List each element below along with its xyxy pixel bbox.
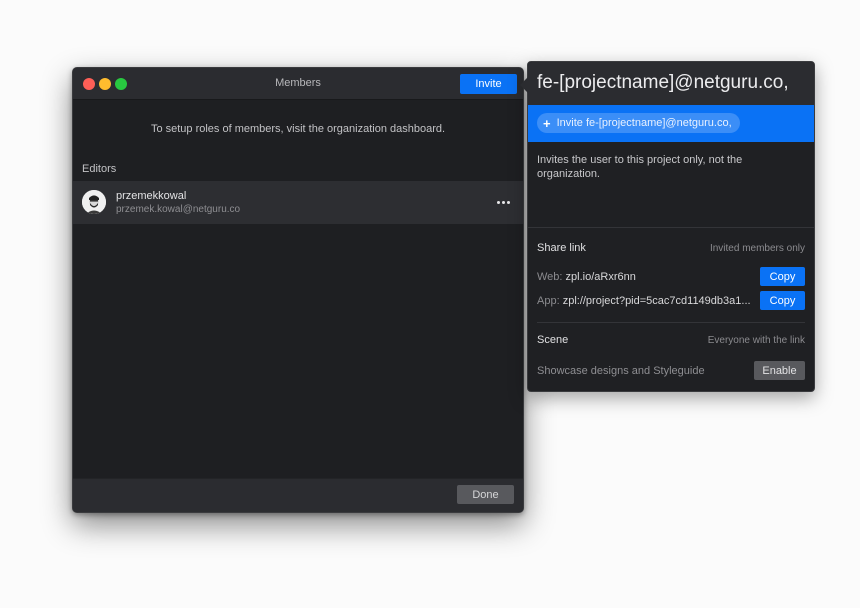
invite-suggestion-chip[interactable]: + Invite fe-[projectname]@netguru.co, — [537, 113, 740, 133]
app-link-key: App: — [537, 294, 560, 307]
plus-icon: + — [543, 115, 551, 131]
member-username: przemekkowal — [116, 190, 187, 202]
scene-header: Scene Everyone with the link — [537, 334, 805, 346]
member-row[interactable]: przemekkowal przemek.kowal@netguru.co — [73, 181, 523, 224]
divider — [528, 227, 814, 228]
user-avatar-icon — [82, 190, 106, 214]
title-bar: Members Invite — [73, 68, 523, 100]
scene-access: Everyone with the link — [707, 334, 805, 346]
scene-row: Showcase designs and Styleguide Enable — [537, 361, 805, 380]
popover-arrow — [520, 77, 528, 93]
suggestion-label: Invite fe-[projectname]@netguru.co, — [556, 117, 732, 129]
editors-section-label: Editors — [82, 163, 117, 175]
scene-label: Scene — [537, 334, 569, 346]
dot — [506, 200, 510, 204]
dot — [501, 200, 505, 204]
app-link-row: App: zpl://project?pid=5cac7cd1149db3a1.… — [537, 291, 805, 310]
invite-button[interactable]: Invite — [460, 74, 517, 94]
scene-description: Showcase designs and Styleguide — [537, 364, 705, 377]
members-window: Members Invite To setup roles of members… — [72, 67, 524, 513]
web-link-row: Web: zpl.io/aRxr6nn Copy — [537, 267, 805, 286]
invite-popover: fe-[projectname]@netguru.co, + Invite fe… — [520, 61, 815, 392]
enable-scene-button[interactable]: Enable — [754, 361, 805, 380]
share-link-label: Share link — [537, 242, 586, 254]
window-footer: Done — [73, 478, 523, 512]
web-link-value: zpl.io/aRxr6nn — [565, 270, 636, 283]
more-options-icon[interactable] — [495, 195, 511, 209]
copy-app-link-button[interactable]: Copy — [760, 291, 805, 310]
invite-email-input[interactable]: fe-[projectname]@netguru.co, — [528, 62, 814, 105]
invite-suggestion-bar: + Invite fe-[projectname]@netguru.co, — [528, 105, 814, 142]
share-link-access: Invited members only — [709, 242, 805, 254]
roles-hint: To setup roles of members, visit the org… — [150, 123, 446, 135]
divider — [537, 322, 805, 323]
web-link-key: Web: — [537, 270, 563, 283]
member-email: przemek.kowal@netguru.co — [116, 204, 241, 215]
share-link-header: Share link Invited members only — [537, 242, 805, 254]
invite-description: Invites the user to this project only, n… — [537, 154, 743, 180]
window-title: Members — [275, 77, 321, 89]
dot — [496, 200, 500, 204]
app-link-value: zpl://project?pid=5cac7cd1149db3a1... — [562, 294, 751, 307]
copy-web-link-button[interactable]: Copy — [760, 267, 805, 286]
done-button[interactable]: Done — [457, 485, 514, 504]
